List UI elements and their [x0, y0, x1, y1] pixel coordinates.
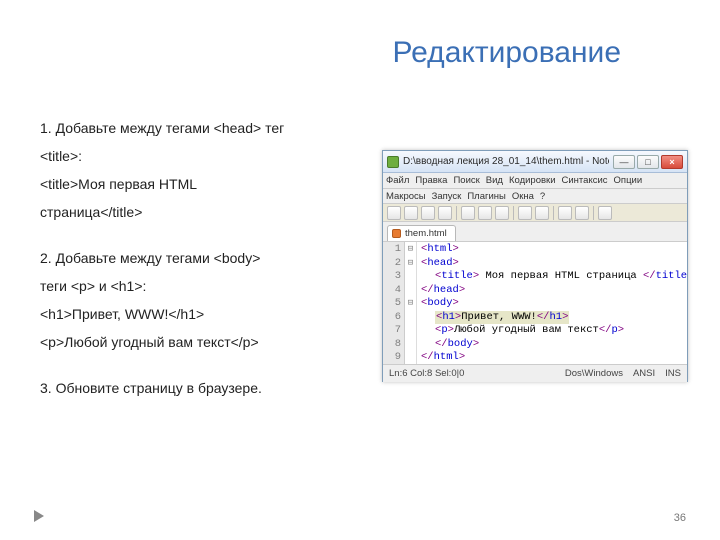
- toolbar-redo-icon[interactable]: [535, 206, 549, 220]
- step2-line1: 2. Добавьте между тегами <body>: [40, 244, 360, 272]
- toolbar-zoomin-icon[interactable]: [598, 206, 612, 220]
- step2-line2: теги <p> и <h1>:: [40, 272, 360, 300]
- step3: 3. Обновите страницу в браузере.: [40, 374, 360, 402]
- toolbar-new-icon[interactable]: [387, 206, 401, 220]
- toolbar-save-icon[interactable]: [421, 206, 435, 220]
- notepadpp-window: D:\вводная лекция 28_01_14\them.html - N…: [382, 150, 688, 382]
- minimize-button[interactable]: —: [613, 155, 635, 169]
- menu-syntax[interactable]: Синтаксис: [562, 175, 608, 186]
- toolbar-find-icon[interactable]: [558, 206, 572, 220]
- tab-them-html[interactable]: them.html: [387, 225, 456, 241]
- file-icon: [392, 229, 401, 238]
- page-number: 36: [674, 512, 686, 524]
- step1-line4: страница</title>: [40, 198, 360, 226]
- step1-line2: <title>:: [40, 142, 360, 170]
- tab-bar: them.html: [383, 222, 687, 242]
- menu-macros[interactable]: Макросы: [386, 191, 426, 202]
- titlebar[interactable]: D:\вводная лекция 28_01_14\them.html - N…: [383, 151, 687, 173]
- status-bar: Ln:6 Col:8 Sel:0|0 Dos\Windows ANSI INS: [383, 364, 687, 382]
- menu-encoding[interactable]: Кодировки: [509, 175, 556, 186]
- status-encoding: ANSI: [633, 368, 655, 379]
- step1-line3: <title>Моя первая HTML: [40, 170, 360, 198]
- close-button[interactable]: ×: [661, 155, 683, 169]
- menu-help[interactable]: ?: [540, 191, 545, 202]
- status-position: Ln:6 Col:8 Sel:0|0: [389, 368, 464, 379]
- toolbar-open-icon[interactable]: [404, 206, 418, 220]
- line-gutter: 123456789: [383, 242, 405, 364]
- status-eol: Dos\Windows: [565, 368, 623, 379]
- menu-windows[interactable]: Окна: [512, 191, 534, 202]
- menu-options[interactable]: Опции: [614, 175, 643, 186]
- menu-file[interactable]: Файл: [386, 175, 409, 186]
- menu-search[interactable]: Поиск: [453, 175, 479, 186]
- status-mode: INS: [665, 368, 681, 379]
- tab-label: them.html: [405, 228, 447, 239]
- fold-minus-icon: ⊟: [405, 243, 416, 257]
- menu-edit[interactable]: Правка: [415, 175, 447, 186]
- editor-area[interactable]: 123456789 ⊟⊟⊟ <html><head><title> Моя пе…: [383, 242, 687, 364]
- toolbar-paste-icon[interactable]: [495, 206, 509, 220]
- fold-gutter: ⊟⊟⊟: [405, 242, 417, 364]
- fold-minus-icon: ⊟: [405, 297, 416, 311]
- maximize-button[interactable]: □: [637, 155, 659, 169]
- toolbar: [383, 204, 687, 222]
- step1-line1: 1. Добавьте между тегами <head> тег: [40, 114, 360, 142]
- toolbar-copy-icon[interactable]: [478, 206, 492, 220]
- step2-line3: <h1>Привет, WWW!</h1>: [40, 300, 360, 328]
- step2-line4: <p>Любой угодный вам текст</p>: [40, 328, 360, 356]
- instructions-text: 1. Добавьте между тегами <head> тег <tit…: [40, 114, 360, 414]
- menu-plugins[interactable]: Плагины: [467, 191, 506, 202]
- menubar-row2: Макросы Запуск Плагины Окна ?: [383, 189, 687, 204]
- slide-title: Редактирование: [392, 36, 621, 70]
- menu-view[interactable]: Вид: [486, 175, 503, 186]
- toolbar-undo-icon[interactable]: [518, 206, 532, 220]
- menubar-row1: Файл Правка Поиск Вид Кодировки Синтакси…: [383, 173, 687, 189]
- app-icon: [387, 156, 399, 168]
- fold-minus-icon: ⊟: [405, 257, 416, 271]
- toolbar-cut-icon[interactable]: [461, 206, 475, 220]
- toolbar-replace-icon[interactable]: [575, 206, 589, 220]
- slide-arrow-icon: [34, 510, 44, 522]
- menu-run[interactable]: Запуск: [432, 191, 462, 202]
- window-title: D:\вводная лекция 28_01_14\them.html - N…: [403, 156, 609, 167]
- toolbar-saveall-icon[interactable]: [438, 206, 452, 220]
- code-content[interactable]: <html><head><title> Моя первая HTML стра…: [417, 242, 687, 364]
